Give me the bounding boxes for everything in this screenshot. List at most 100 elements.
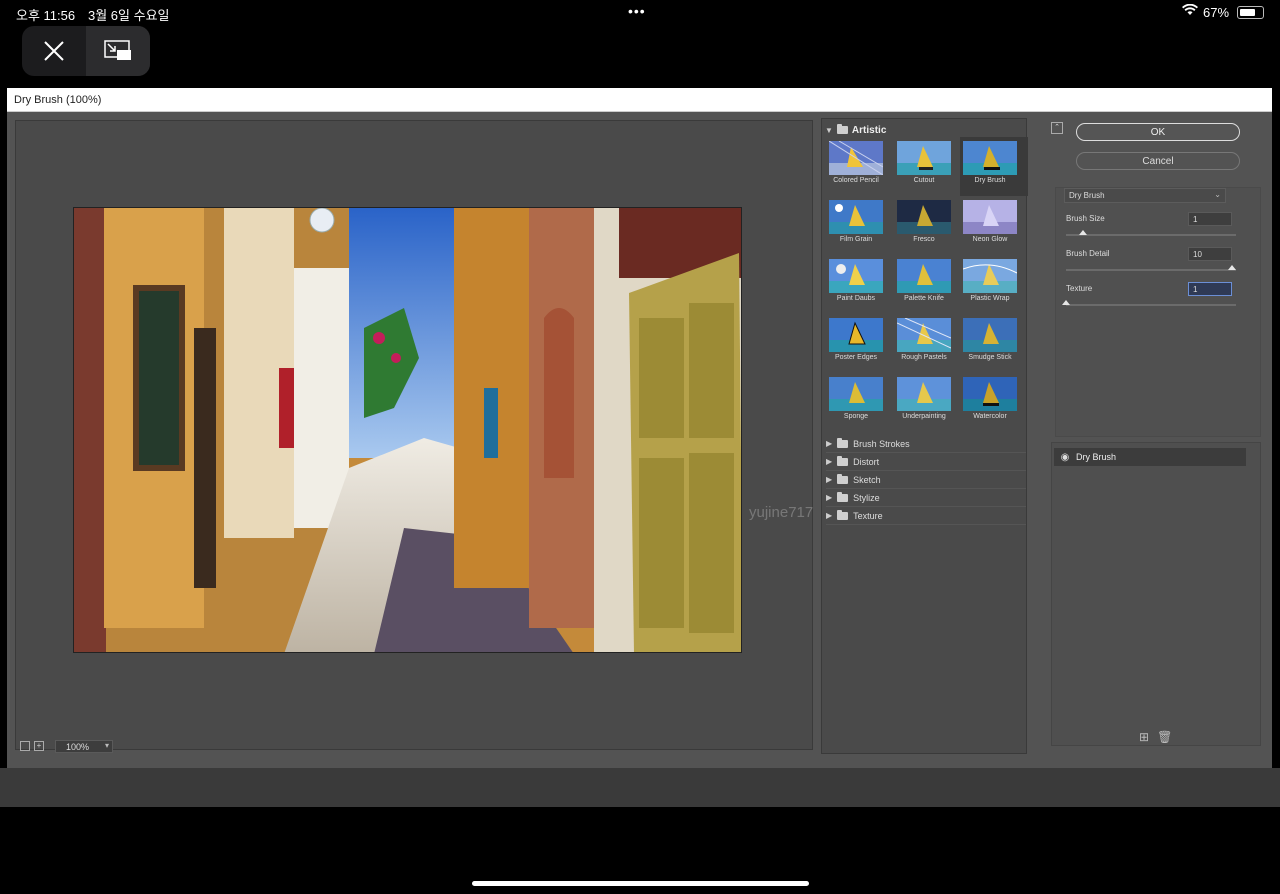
texture-slider[interactable] [1062, 300, 1236, 306]
slider-knob[interactable] [1062, 300, 1070, 305]
status-date: 3월 6일 수요일 [88, 8, 170, 23]
thumb-label: Underpainting [902, 413, 946, 420]
effect-layers: ◉ Dry Brush [1051, 442, 1261, 746]
chevron-down-icon: ▾ [104, 741, 109, 750]
texture-input[interactable]: 1 [1188, 282, 1232, 296]
brush-detail-label: Brush Detail [1066, 249, 1110, 258]
filter-select[interactable]: Dry Brush ⌄ [1064, 188, 1226, 203]
screen-mode-button[interactable] [86, 26, 150, 76]
thumbnail-image [897, 259, 951, 293]
thumbnail-image [829, 141, 883, 175]
filter-settings: Dry Brush ⌄ Brush Size 1 Brush Detail 10… [1055, 187, 1261, 437]
thumb-label: Watercolor [973, 413, 1007, 420]
category-sketch[interactable]: ▶ Sketch [826, 471, 1026, 489]
ok-button[interactable]: OK [1076, 123, 1240, 141]
ios-status-bar: 오후 11:56 3월 6일 수요일 ••• 67% [0, 0, 1280, 26]
thumb-poster-edges[interactable]: Poster Edges [826, 316, 894, 375]
category-label: Stylize [853, 492, 880, 503]
collapsed-triangle-icon: ▶ [826, 439, 833, 448]
category-stylize[interactable]: ▶ Stylize [826, 489, 1026, 507]
thumb-dry-brush[interactable]: Dry Brush [960, 137, 1028, 196]
folder-icon [837, 437, 849, 448]
thumb-colored-pencil[interactable]: Colored Pencil [826, 139, 894, 198]
new-layer-icon[interactable]: ⊞ [1139, 730, 1149, 744]
category-label: Sketch [853, 474, 881, 485]
collapsed-triangle-icon: ▶ [826, 457, 833, 466]
remote-toolbar [22, 26, 150, 76]
layer-actions: ⊞ 🗑 [1139, 730, 1172, 744]
zoom-in-button[interactable]: + [34, 741, 44, 751]
thumb-film-grain[interactable]: Film Grain [826, 198, 894, 257]
effect-layer-row[interactable]: ◉ Dry Brush [1054, 448, 1246, 466]
watermark-text: yujine717 [749, 504, 814, 521]
brush-detail-slider[interactable] [1066, 265, 1236, 271]
visibility-eye-icon[interactable]: ◉ [1054, 452, 1076, 463]
thumbnail-image [829, 259, 883, 293]
dialog-title: Dry Brush (100%) [7, 88, 1272, 112]
category-brush-strokes[interactable]: ▶ Brush Strokes [826, 435, 1026, 453]
category-distort[interactable]: ▶ Distort [826, 453, 1026, 471]
thumbnail-image [829, 318, 883, 352]
thumbnail-image [963, 200, 1017, 234]
expanded-triangle-icon: ▼ [825, 125, 833, 135]
close-button[interactable] [22, 26, 86, 76]
brush-detail-input[interactable]: 10 [1188, 247, 1232, 261]
category-label: Artistic [851, 124, 887, 136]
thumb-cutout[interactable]: Cutout [894, 139, 962, 198]
brush-size-slider[interactable] [1066, 230, 1236, 236]
battery-percent: 67% [1203, 5, 1230, 20]
folder-icon [837, 455, 849, 466]
thumb-label: Paint Daubs [836, 295, 876, 302]
screen-mode-icon [104, 40, 131, 60]
thumb-paint-daubs[interactable]: Paint Daubs [826, 257, 894, 316]
multitask-dots-icon[interactable]: ••• [628, 3, 646, 19]
brush-size-input[interactable]: 1 [1188, 212, 1232, 226]
thumbnail-image [897, 200, 951, 234]
battery-icon [1237, 6, 1264, 19]
thumb-plastic-wrap[interactable]: Plastic Wrap [960, 257, 1028, 316]
thumbnail-image [829, 377, 883, 411]
category-texture[interactable]: ▶ Texture [826, 507, 1026, 525]
thumb-label: Rough Pastels [901, 354, 947, 361]
slider-knob[interactable] [1228, 265, 1236, 270]
thumb-label: Plastic Wrap [970, 295, 1010, 302]
filter-gallery-dialog: Dry Brush (100%) + 100% ▾ ▼ Artistic Col… [7, 88, 1272, 768]
thumbnail-image [963, 259, 1017, 293]
thumb-underpainting[interactable]: Underpainting [894, 375, 962, 434]
delete-layer-icon[interactable]: 🗑 [1157, 730, 1172, 744]
slider-knob[interactable] [1078, 230, 1087, 235]
thumb-rough-pastels[interactable]: Rough Pastels [894, 316, 962, 375]
preview-image[interactable] [73, 207, 742, 653]
thumb-sponge[interactable]: Sponge [826, 375, 894, 434]
category-artistic[interactable]: ▼ Artistic [825, 123, 886, 137]
folder-icon [837, 473, 849, 484]
thumbnail-image [897, 141, 951, 175]
collapse-gallery-icon[interactable]: ⌃ [1051, 122, 1063, 134]
thumb-label: Smudge Stick [968, 354, 1012, 361]
thumb-label: Cutout [913, 177, 935, 184]
thumb-palette-knife[interactable]: Palette Knife [894, 257, 962, 316]
thumb-watercolor[interactable]: Watercolor [960, 375, 1028, 434]
category-label: Texture [853, 510, 883, 521]
filter-gallery: ▼ Artistic Colored Pencil Cutout Dry Bru… [821, 118, 1028, 754]
chevron-down-icon: ⌄ [1214, 190, 1221, 199]
filter-select-value: Dry Brush [1069, 191, 1105, 200]
thumb-label: Colored Pencil [833, 177, 879, 184]
zoom-out-button[interactable] [20, 741, 30, 751]
category-label: Distort [853, 456, 880, 467]
ipad-screen: 오후 11:56 3월 6일 수요일 ••• 67% Dry Brush (10… [0, 0, 1280, 894]
thumb-label: Fresco [913, 236, 935, 243]
texture-label: Texture [1066, 284, 1093, 293]
thumbnail-image [963, 318, 1017, 352]
home-indicator[interactable] [472, 881, 809, 886]
thumbnail-image [963, 377, 1017, 411]
collapsed-triangle-icon: ▶ [826, 511, 833, 520]
cancel-button[interactable]: Cancel [1076, 152, 1240, 170]
thumb-fresco[interactable]: Fresco [894, 198, 962, 257]
thumb-label: Poster Edges [834, 354, 878, 361]
thumb-label: Palette Knife [904, 295, 944, 302]
zoom-select[interactable]: 100% ▾ [55, 740, 113, 753]
thumb-neon-glow[interactable]: Neon Glow [960, 198, 1028, 257]
thumb-smudge-stick[interactable]: Smudge Stick [960, 316, 1028, 375]
thumb-label: Film Grain [839, 236, 873, 243]
